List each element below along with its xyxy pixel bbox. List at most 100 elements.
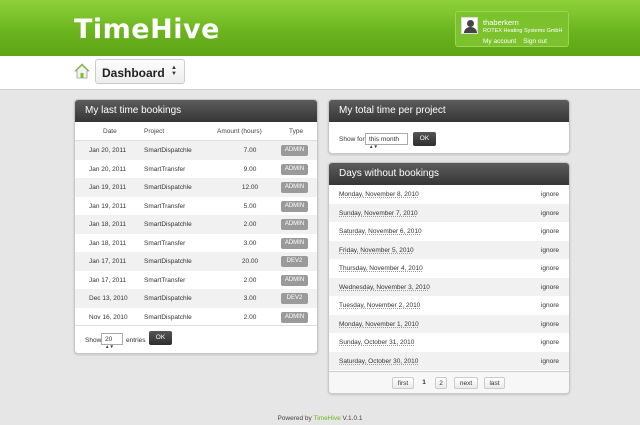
pagination-page-2[interactable]: 2 [435, 377, 447, 389]
day-date: Sunday, November 7, 2010 [339, 209, 418, 217]
home-icon[interactable] [74, 63, 90, 79]
list-item: Sunday, November 7, 2010 ignore [329, 203, 569, 222]
table-row[interactable]: Jan 19, 2011 SmartDispatchle 12.00 ADMIN [75, 178, 317, 197]
day-date: Thursday, November 4, 2010 [339, 265, 423, 272]
entries-ok-button[interactable]: OK [149, 331, 172, 345]
ignore-link[interactable]: ignore [541, 358, 559, 365]
cell-amount: 3.00 [243, 295, 257, 302]
type-badge: DEV2 [281, 256, 308, 267]
ignore-link[interactable]: ignore [541, 247, 559, 254]
pagination: first 1 2 next last [329, 371, 569, 393]
cell-project: SmartTransfer [144, 165, 186, 173]
days-list: Monday, November 8, 2010 ignore Sunday, N… [329, 185, 569, 370]
powered-by-label: Powered by [277, 415, 312, 422]
day-date: Wednesday, November 3, 2010 [339, 283, 430, 291]
ignore-link[interactable]: ignore [541, 228, 559, 235]
table-row[interactable]: Dec 13, 2010 SmartDispatchle 3.00 DEV2 [75, 289, 317, 308]
ignore-link[interactable]: ignore [541, 321, 559, 328]
sign-out-link[interactable]: Sign out [523, 38, 547, 45]
table-row[interactable]: Jan 18, 2011 SmartTransfer 3.00 ADMIN [75, 234, 317, 253]
select-arrows-icon: ▲▼ [369, 144, 378, 149]
cell-project: SmartDispatchle [144, 313, 192, 321]
list-item: Tuesday, November 2, 2010 ignore [329, 296, 569, 315]
ignore-link[interactable]: ignore [541, 210, 559, 217]
pagination-next-button[interactable]: next [454, 377, 478, 389]
type-badge: ADMIN [281, 163, 308, 175]
table-row[interactable]: Jan 20, 2011 SmartTransfer 9.00 ADMIN [75, 160, 317, 179]
type-badge: ADMIN [281, 200, 308, 212]
day-date: Sunday, October 31, 2010 [339, 339, 415, 346]
pagination-page-1: 1 [422, 379, 426, 386]
bookings-panel: My last time bookings Date Project Amoun… [74, 99, 318, 354]
page-footer: Powered by TimeHive V.1.0.1 [0, 415, 640, 422]
period-ok-button[interactable]: OK [413, 132, 436, 146]
sub-header: Dashboard ▲ ▼ [0, 56, 640, 90]
column-header-type[interactable]: Type [289, 128, 303, 135]
cell-amount: 3.00 [243, 239, 257, 247]
table-row[interactable]: Jan 18, 2011 SmartDispatchle 2.00 ADMIN [75, 215, 317, 234]
list-item: Monday, November 8, 2010 ignore [329, 185, 569, 204]
app-logo[interactable]: TimeHive [74, 14, 220, 45]
cell-date: Jan 18, 2011 [89, 239, 127, 247]
user-avatar [461, 17, 478, 34]
type-badge: ADMIN [281, 219, 308, 230]
total-time-panel: My total time per project Show for this … [328, 99, 570, 154]
table-row[interactable]: Jan 19, 2011 SmartTransfer 5.00 ADMIN [75, 197, 317, 216]
table-row[interactable]: Jan 17, 2011 SmartTransfer 2.00 ADMIN [75, 271, 317, 290]
table-row[interactable]: Jan 17, 2011 SmartDispatchle 20.00 DEV2 [75, 252, 317, 271]
cell-amount: 2.00 [243, 221, 257, 228]
cell-date: Jan 19, 2011 [89, 184, 127, 191]
ignore-link[interactable]: ignore [541, 302, 559, 309]
pagination-first-button[interactable]: first [392, 377, 414, 389]
column-header-project[interactable]: Project [144, 128, 164, 135]
ignore-link[interactable]: ignore [541, 339, 559, 346]
period-select[interactable]: this month ▲▼ [365, 133, 408, 149]
list-item: Wednesday, November 3, 2010 ignore [329, 277, 569, 296]
column-header-amount[interactable]: Amount (hours) [217, 128, 262, 135]
bookings-title: My last time bookings [75, 100, 317, 122]
bookings-table-body: Jan 20, 2011 SmartDispatchle 7.00 ADMIN Jan… [75, 141, 317, 326]
cell-project: SmartTransfer [144, 276, 186, 284]
ignore-link[interactable]: ignore [541, 284, 559, 291]
cell-date: Jan 17, 2011 [89, 258, 127, 265]
entries-select[interactable]: 20 ▲▼ [101, 333, 123, 349]
cell-project: SmartTransfer [144, 239, 186, 247]
entries-value: 20 [105, 336, 113, 343]
day-date: Saturday, October 30, 2010 [339, 357, 419, 365]
user-name: thaberkern [483, 18, 519, 27]
cell-project: SmartDispatchle [144, 147, 192, 154]
day-date: Monday, November 1, 2010 [339, 320, 419, 328]
dashboard-label: Dashboard [102, 66, 165, 80]
my-account-link[interactable]: My account [483, 38, 516, 45]
cell-amount: 20.00 [241, 258, 259, 265]
pagination-last-button[interactable]: last [484, 377, 505, 389]
ignore-link[interactable]: ignore [541, 191, 559, 198]
day-date: Tuesday, November 2, 2010 [339, 302, 421, 309]
list-item: Monday, November 1, 2010 ignore [329, 314, 569, 333]
cell-project: SmartDispatchle [144, 258, 192, 265]
days-without-panel: Days without bookings Monday, November 8… [328, 162, 570, 394]
cell-date: Jan 19, 2011 [89, 202, 127, 210]
cell-project: SmartDispatchle [144, 184, 192, 191]
ignore-link[interactable]: ignore [541, 265, 559, 272]
type-badge: ADMIN [281, 274, 308, 286]
cell-amount: 5.00 [243, 202, 257, 210]
cell-project: SmartTransfer [144, 202, 186, 210]
cell-amount: 12.00 [241, 184, 259, 191]
footer-brand-link[interactable]: TimeHive [313, 415, 340, 422]
version-label: V.1.0.1 [342, 415, 363, 422]
table-row[interactable]: Jan 20, 2011 SmartDispatchle 7.00 ADMIN [75, 141, 317, 160]
bookings-table-header: Date Project Amount (hours) Type [75, 122, 317, 141]
table-row[interactable]: Nov 16, 2010 SmartDispatchle 2.00 ADMIN [75, 308, 317, 327]
list-item: Thursday, November 4, 2010 ignore [329, 259, 569, 278]
dashboard-selector[interactable]: Dashboard ▲ ▼ [95, 59, 185, 84]
cell-date: Jan 20, 2011 [89, 165, 127, 173]
type-badge: ADMIN [281, 182, 308, 193]
list-item: Sunday, October 31, 2010 ignore [329, 333, 569, 352]
type-badge: ADMIN [281, 311, 308, 323]
type-badge: DEV2 [281, 293, 308, 304]
column-header-date[interactable]: Date [103, 128, 117, 135]
select-arrows-icon: ▲▼ [171, 65, 177, 77]
cell-project: SmartDispatchle [144, 221, 192, 228]
cell-project: SmartDispatchle [144, 295, 192, 302]
